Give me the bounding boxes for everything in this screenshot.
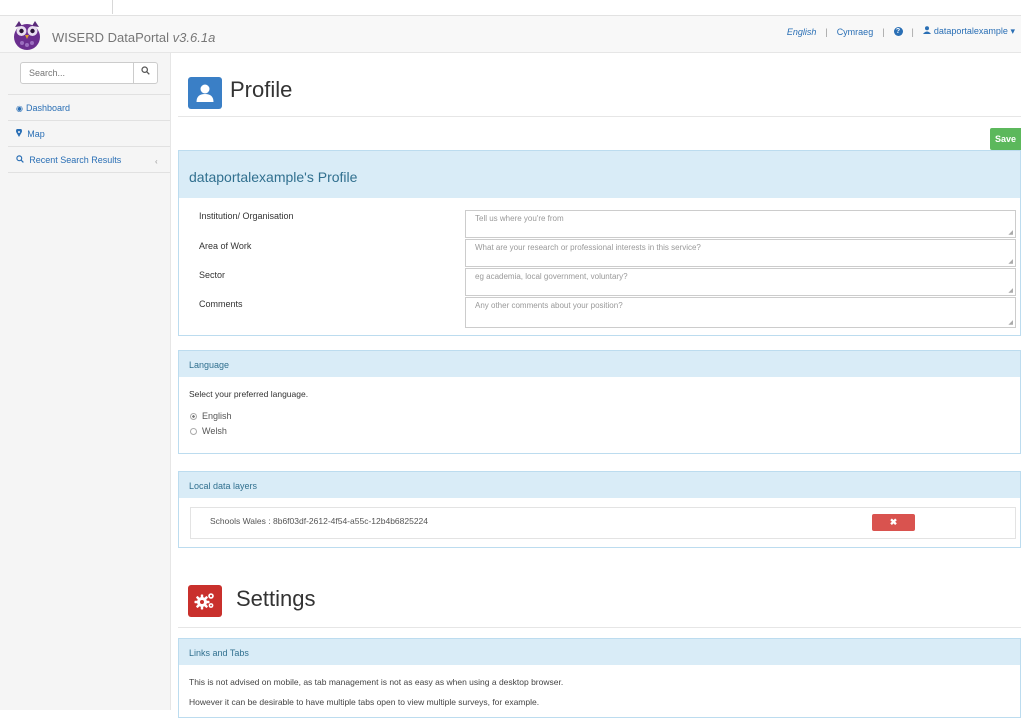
sidebar-item-label: Recent Search Results — [29, 155, 122, 165]
help-icon[interactable]: ? — [893, 27, 903, 36]
sidebar-item-recent-search-results[interactable]: Recent Search Results — [16, 155, 121, 165]
browser-top-strip — [0, 0, 1021, 16]
links-tabs-panel-title: Links and Tabs — [179, 639, 1020, 665]
sidebar-item-map[interactable]: Map — [16, 128, 45, 139]
page-title: Settings — [236, 586, 316, 611]
sidebar-item-label: Map — [27, 129, 45, 139]
data-layers-panel-title: Local data layers — [179, 472, 1020, 498]
lang-welsh-link[interactable]: Cymraeg — [837, 27, 874, 37]
owl-logo-icon[interactable] — [10, 18, 44, 52]
comments-label: Comments — [199, 299, 243, 309]
sector-label: Sector — [199, 270, 226, 280]
search-icon — [16, 155, 26, 165]
sector-field[interactable]: eg academia, local government, voluntary… — [465, 268, 1016, 296]
dashboard-icon: ◉ — [16, 104, 23, 113]
radio-label: English — [202, 411, 232, 421]
links-tabs-panel: Links and Tabs This is not advised on mo… — [178, 638, 1021, 718]
user-menu[interactable]: dataportalexample ▾ — [922, 26, 1015, 37]
language-panel-title: Language — [179, 351, 1020, 377]
profile-panel-title: dataportalexample's Profile — [179, 151, 1020, 198]
top-navbar: WISERD DataPortal v3.6.1a English | Cymr… — [0, 16, 1021, 53]
sidebar-divider — [8, 120, 170, 121]
brand-name: WISERD DataPortal — [52, 30, 170, 45]
resize-handle-icon[interactable]: ◢ — [1008, 229, 1013, 236]
sidebar-divider — [8, 94, 170, 95]
app-brand[interactable]: WISERD DataPortal v3.6.1a — [52, 30, 215, 45]
nav-separator: | — [882, 26, 885, 37]
user-icon — [922, 26, 931, 36]
resize-handle-icon[interactable]: ◢ — [1008, 258, 1013, 265]
delete-layer-button[interactable]: ✖ — [872, 514, 915, 531]
settings-text-line: This is not advised on mobile, as tab ma… — [189, 677, 564, 687]
sidebar-search — [20, 62, 158, 86]
institution-label: Institution/ Organisation — [199, 211, 294, 221]
header-divider — [178, 627, 1021, 628]
field-placeholder: What are your research or professional i… — [475, 243, 701, 252]
language-panel: Language Select your preferred language.… — [178, 350, 1021, 454]
sidebar: ◉Dashboard Map Recent Search Results ‹ — [0, 53, 171, 710]
search-icon — [141, 66, 150, 75]
field-placeholder: Any other comments about your position? — [475, 301, 623, 310]
area-of-work-field[interactable]: What are your research or professional i… — [465, 239, 1016, 267]
radio-label: Welsh — [202, 426, 227, 436]
map-marker-icon — [16, 128, 24, 139]
navbar-right-menu: English | Cymraeg | ? | dataportalexampl… — [787, 26, 1015, 37]
sidebar-item-dashboard[interactable]: ◉ Dashboard — [16, 103, 70, 113]
radio-unselected-icon[interactable] — [190, 427, 197, 435]
profile-panel: dataportalexample's Profile Institution/… — [178, 150, 1021, 336]
lang-english-link[interactable]: English — [787, 27, 817, 37]
list-item: Schools Wales : 8b6f03df-2612-4f54-a55c-… — [190, 507, 1016, 539]
radio-selected-icon[interactable] — [190, 412, 197, 420]
sidebar-divider — [8, 146, 170, 147]
close-icon: ✖ — [889, 517, 898, 527]
page-title: Profile — [230, 77, 293, 102]
nav-separator: | — [911, 26, 914, 37]
language-prompt: Select your preferred language. — [189, 389, 309, 399]
data-layers-panel: Local data layers Schools Wales : 8b6f03… — [178, 471, 1021, 548]
resize-handle-icon[interactable]: ◢ — [1008, 287, 1013, 294]
cogs-icon — [188, 585, 222, 617]
nav-separator: | — [825, 26, 828, 37]
radio-english[interactable]: English — [190, 411, 232, 421]
sidebar-divider — [8, 172, 170, 173]
browser-tab-edge — [0, 0, 113, 14]
user-icon — [188, 77, 222, 109]
field-placeholder: Tell us where you're from — [475, 214, 564, 223]
settings-text-line: However it can be desirable to have mult… — [189, 697, 540, 707]
username-label: dataportalexample — [933, 26, 1008, 36]
header-divider — [178, 116, 1021, 117]
institution-field[interactable]: Tell us where you're from ◢ — [465, 210, 1016, 238]
comments-field[interactable]: Any other comments about your position? ◢ — [465, 297, 1016, 328]
search-input[interactable] — [20, 62, 134, 84]
chevron-left-icon[interactable]: ‹ — [155, 157, 158, 166]
area-of-work-label: Area of Work — [199, 241, 252, 251]
layer-name: Schools Wales : 8b6f03df-2612-4f54-a55c-… — [210, 516, 429, 526]
field-placeholder: eg academia, local government, voluntary… — [475, 272, 628, 281]
sidebar-item-label: Dashboard — [25, 103, 71, 113]
caret-down-icon: ▾ — [1010, 26, 1015, 36]
radio-welsh[interactable]: Welsh — [190, 426, 227, 436]
search-button[interactable] — [133, 62, 158, 84]
save-button[interactable]: Save — [990, 128, 1021, 150]
app-version: v3.6.1a — [172, 30, 216, 45]
resize-handle-icon[interactable]: ◢ — [1008, 319, 1013, 326]
